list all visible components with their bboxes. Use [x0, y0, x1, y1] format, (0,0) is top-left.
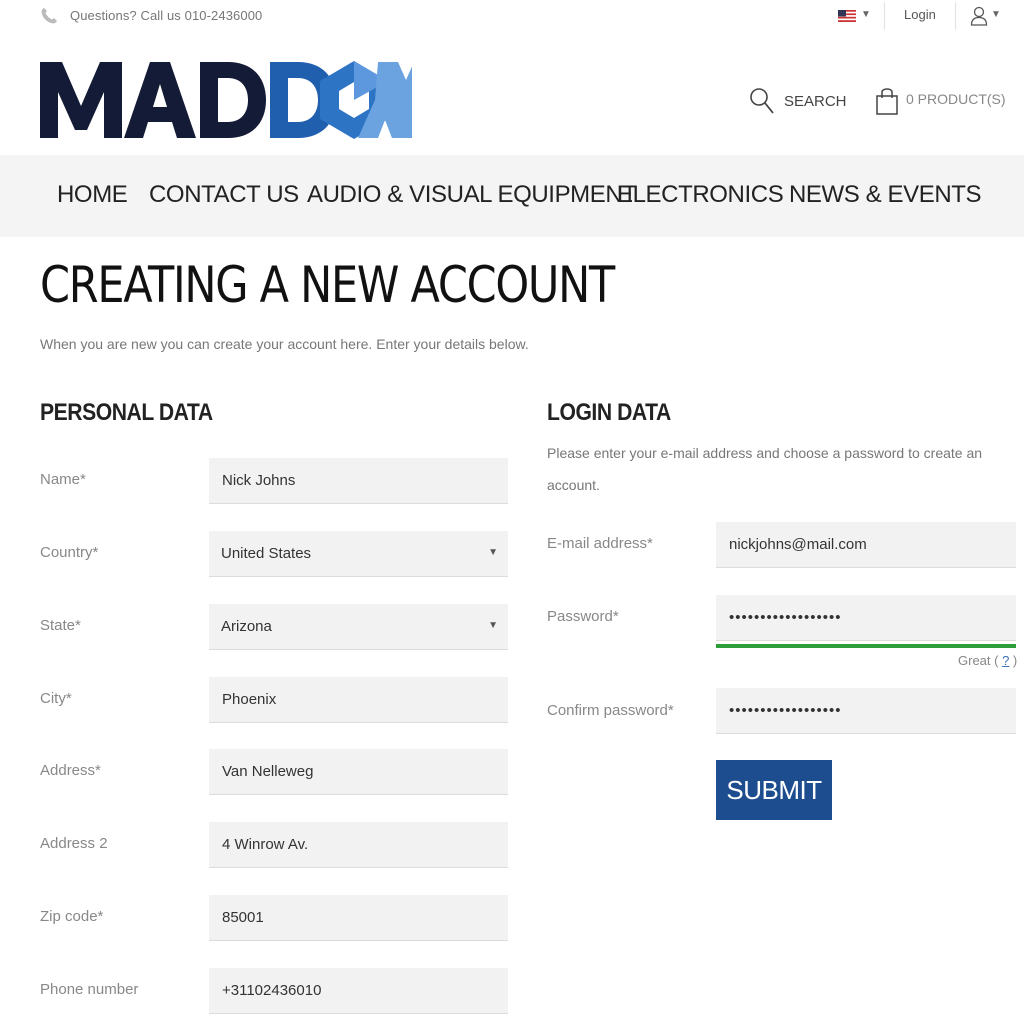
country-select[interactable]: United States ▼	[209, 531, 508, 577]
address2-label: Address 2	[40, 835, 108, 852]
search-label[interactable]: SEARCH	[784, 93, 847, 110]
top-bar: Questions? Call us 010-2436000 ▼ Login ▼	[0, 0, 1024, 34]
country-select-value: United States	[221, 545, 312, 562]
chevron-down-icon: ▼	[488, 547, 498, 558]
main-nav: HOME CONTACT US AUDIO & VISUAL EQUIPMENT…	[0, 155, 1024, 237]
user-caret-icon[interactable]: ▼	[991, 9, 1001, 20]
phone-icon	[41, 8, 57, 24]
submit-button[interactable]: SUBMIT	[716, 760, 832, 820]
address2-field[interactable]	[209, 822, 508, 868]
state-select-value: Arizona	[221, 618, 272, 635]
zip-code-field[interactable]	[209, 895, 508, 941]
nav-item-home[interactable]: HOME	[57, 181, 128, 209]
address-field[interactable]	[209, 749, 508, 795]
search-icon[interactable]	[749, 86, 775, 116]
nav-item-audio-visual[interactable]: AUDIO & VISUAL EQUIPMENT	[307, 181, 637, 209]
confirm-password-field[interactable]	[716, 688, 1016, 734]
maddox-logo	[40, 61, 414, 139]
page-title: CREATING A NEW ACCOUNT	[40, 256, 615, 314]
city-field[interactable]	[209, 677, 508, 723]
address-label: Address*	[40, 762, 101, 779]
shopping-bag-icon[interactable]	[875, 86, 899, 116]
confirm-password-label: Confirm password*	[547, 702, 674, 719]
login-description: Please enter your e-mail address and cho…	[547, 445, 983, 493]
divider	[884, 2, 885, 30]
nav-item-electronics[interactable]: ELECTRONICS	[617, 181, 784, 209]
state-label: State*	[40, 617, 81, 634]
divider	[955, 2, 956, 30]
password-strength-help-link[interactable]: ?	[1002, 653, 1009, 668]
password-strength-text: Great	[958, 653, 991, 668]
name-field[interactable]	[209, 458, 508, 504]
cart-label[interactable]: 0 PRODUCT(S)	[906, 91, 1006, 107]
password-strength-bar	[716, 644, 1016, 648]
us-flag-icon[interactable]	[838, 10, 856, 22]
password-label: Password*	[547, 608, 619, 625]
state-select[interactable]: Arizona ▼	[209, 604, 508, 650]
login-data-title: LOGIN DATA	[547, 399, 671, 426]
email-field[interactable]	[716, 522, 1016, 568]
language-caret-icon[interactable]: ▼	[861, 9, 871, 20]
city-label: City*	[40, 690, 72, 707]
country-label: Country*	[40, 544, 99, 561]
logo[interactable]	[40, 60, 414, 140]
email-label: E-mail address*	[547, 535, 653, 552]
chevron-down-icon: ▼	[488, 620, 498, 631]
phone-text: Questions? Call us 010-2436000	[70, 8, 263, 23]
password-field[interactable]	[716, 595, 1016, 641]
user-icon[interactable]	[970, 6, 988, 26]
personal-data-title: PERSONAL DATA	[40, 399, 213, 426]
nav-item-news-events[interactable]: NEWS & EVENTS	[789, 181, 982, 209]
zip-code-label: Zip code*	[40, 908, 104, 925]
password-strength-indicator: Great ( ? )	[958, 653, 1018, 668]
name-label: Name*	[40, 471, 86, 488]
nav-item-contact-us[interactable]: CONTACT US	[149, 181, 299, 209]
phone-number-field[interactable]	[209, 968, 508, 1014]
phone-number-label: Phone number	[40, 981, 139, 998]
login-link[interactable]: Login	[904, 7, 936, 22]
page-subtitle: When you are new you can create your acc…	[40, 336, 529, 352]
